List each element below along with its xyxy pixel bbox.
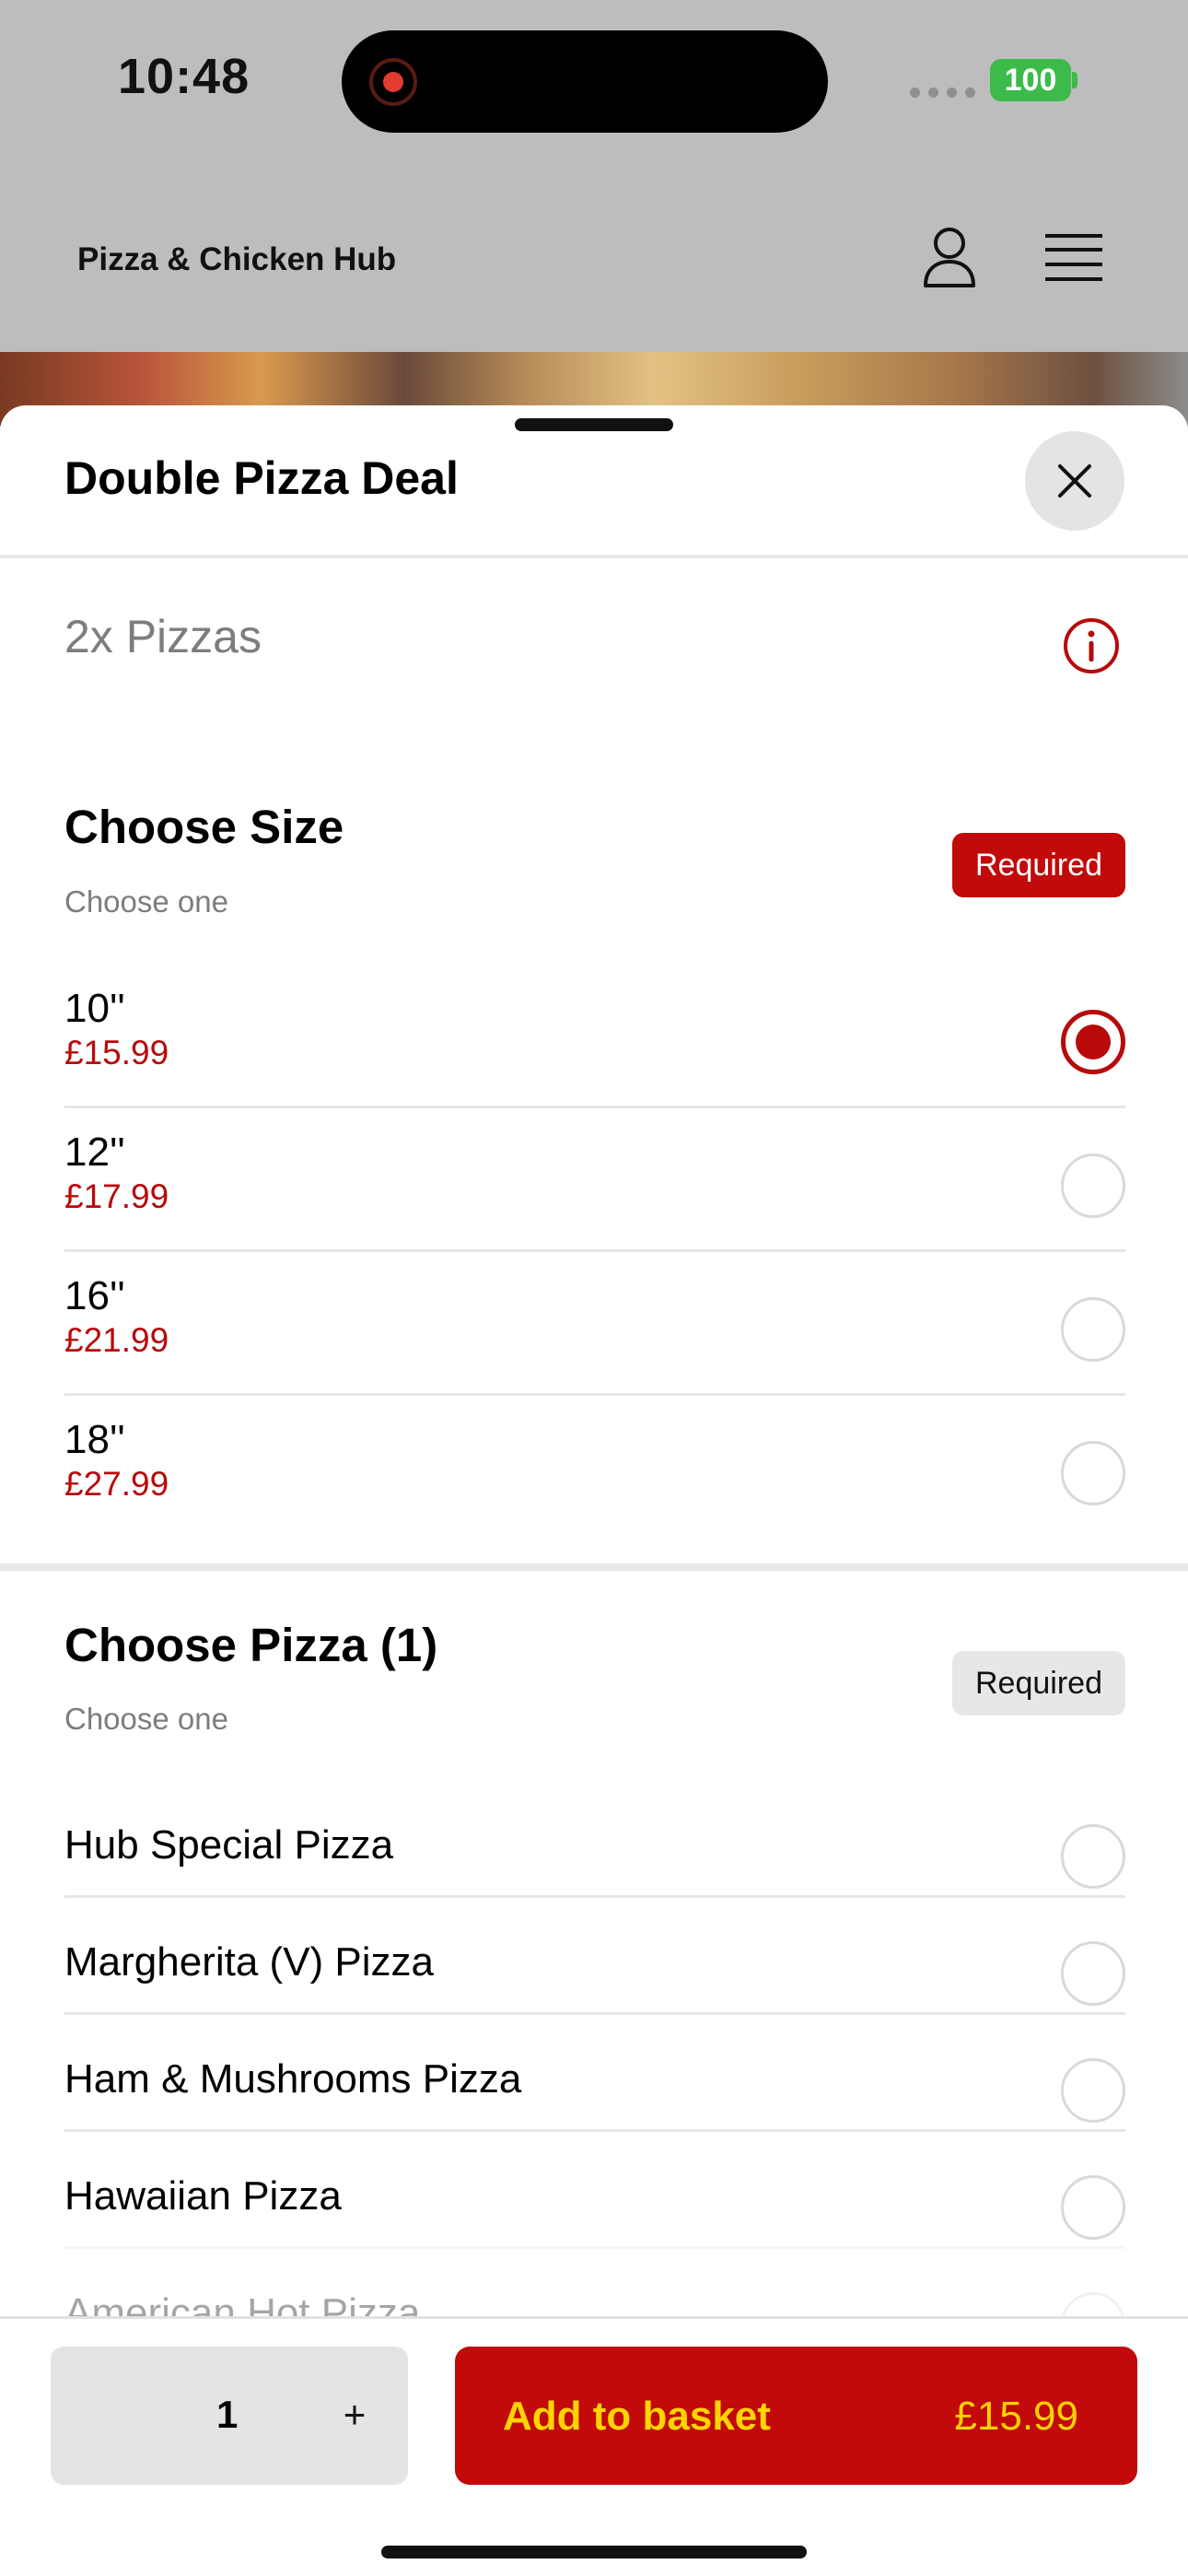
pizza-option[interactable]: Ham & Mushrooms Pizza [64, 2040, 1125, 2141]
header-divider [0, 555, 1188, 558]
size-option-10[interactable]: 10'' £15.99 [64, 986, 1125, 1124]
menu-icon[interactable] [1045, 232, 1102, 284]
section-divider [0, 1563, 1188, 1571]
deal-sheet: Double Pizza Deal 2x Pizzas Choose Size … [0, 405, 1188, 2576]
section-title-size: Choose Size [64, 801, 344, 853]
radio-selected[interactable] [1061, 1010, 1125, 1074]
size-option-16[interactable]: 16'' £21.99 [64, 1273, 1125, 1411]
option-label: 18'' [64, 1417, 125, 1462]
pizza-option[interactable]: Margherita (V) Pizza [64, 1923, 1125, 2024]
radio-unselected[interactable] [1061, 2058, 1125, 2123]
row-divider [64, 1249, 1125, 1252]
required-badge-pizza: Required [952, 1651, 1125, 1715]
close-button[interactable] [1025, 431, 1124, 531]
battery-tip [1072, 72, 1077, 88]
row-divider [64, 2012, 1125, 2015]
option-price: £21.99 [64, 1321, 169, 1359]
signal-icon [910, 88, 975, 98]
radio-unselected[interactable] [1061, 1441, 1125, 1505]
size-option-12[interactable]: 12'' £17.99 [64, 1130, 1125, 1268]
sheet-title: Double Pizza Deal [64, 452, 459, 504]
row-divider [64, 1106, 1125, 1108]
quantity-value: 1 [216, 2393, 239, 2436]
size-option-18[interactable]: 18'' £27.99 [64, 1417, 1125, 1555]
option-label: 10'' [64, 986, 125, 1031]
pizza-option[interactable]: Hawaiian Pizza [64, 2157, 1125, 2258]
pizza-option[interactable]: Hub Special Pizza [64, 1806, 1125, 1907]
quantity-stepper[interactable]: 1 + [51, 2347, 408, 2485]
radio-unselected[interactable] [1061, 1941, 1125, 2006]
section-title-pizza: Choose Pizza (1) [64, 1619, 438, 1671]
row-divider [64, 2129, 1125, 2132]
brand-name[interactable]: Pizza & Chicken Hub [77, 241, 396, 278]
required-badge-size: Required [952, 833, 1125, 897]
option-price: £15.99 [64, 1034, 169, 1071]
record-icon [369, 58, 417, 106]
row-divider [64, 2246, 1125, 2249]
section-subtitle-size: Choose one [64, 884, 228, 919]
option-label: Margherita (V) Pizza [64, 1939, 435, 1985]
status-bar: 10:48 100 [0, 0, 1188, 166]
radio-unselected[interactable] [1061, 1297, 1125, 1362]
option-price: £17.99 [64, 1177, 169, 1215]
option-label: Hawaiian Pizza [64, 2173, 342, 2219]
deal-description: 2x Pizzas [64, 611, 262, 662]
bottom-action-bar: 1 + Add to basket £15.99 [0, 2316, 1188, 2576]
option-price: £27.99 [64, 1465, 169, 1503]
home-indicator[interactable] [381, 2546, 807, 2558]
section-subtitle-pizza: Choose one [64, 1702, 228, 1736]
sheet-grabber[interactable] [515, 418, 673, 431]
radio-unselected[interactable] [1061, 1153, 1125, 1218]
option-label: 16'' [64, 1273, 125, 1318]
dynamic-island [342, 30, 828, 133]
option-label: Hub Special Pizza [64, 1822, 394, 1868]
radio-unselected[interactable] [1061, 1824, 1125, 1889]
add-to-basket-price: £15.99 [954, 2394, 1078, 2439]
add-to-basket-label: Add to basket [503, 2394, 771, 2439]
row-divider [64, 1393, 1125, 1396]
info-icon[interactable] [1062, 616, 1121, 675]
option-label: 12'' [64, 1130, 125, 1175]
close-icon [1058, 464, 1091, 498]
row-divider [64, 1895, 1125, 1898]
user-icon[interactable] [921, 225, 978, 289]
option-label: Ham & Mushrooms Pizza [64, 2056, 522, 2102]
plus-icon[interactable]: + [327, 2387, 382, 2442]
add-to-basket-button[interactable]: Add to basket £15.99 [455, 2347, 1137, 2485]
battery-icon: 100 [990, 59, 1071, 101]
status-time: 10:48 [118, 49, 250, 104]
radio-unselected[interactable] [1061, 2175, 1125, 2240]
